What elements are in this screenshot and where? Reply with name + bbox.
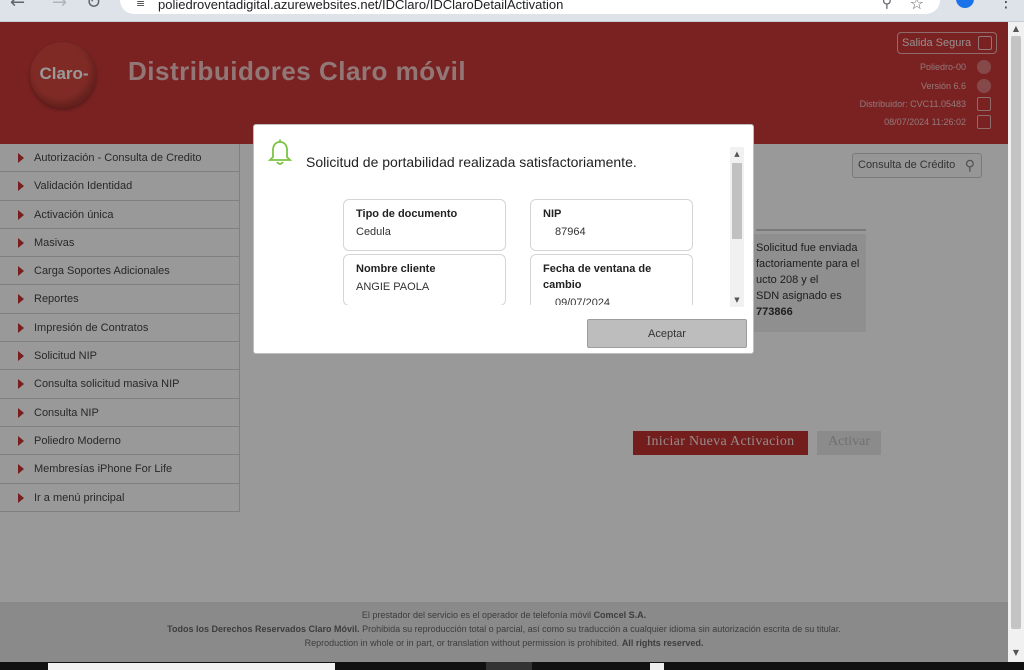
card-label: Tipo de documento: [356, 208, 458, 220]
scroll-down-icon[interactable]: ▼: [730, 293, 744, 307]
bell-icon: [268, 139, 292, 165]
reload-icon[interactable]: ↻: [86, 0, 101, 13]
taskbar: [0, 662, 1024, 670]
scroll-thumb[interactable]: [732, 163, 742, 239]
zoom-icon[interactable]: ⚲: [882, 0, 892, 11]
scroll-thumb[interactable]: [1011, 36, 1021, 629]
url-text[interactable]: poliedroventadigital.azurewebsites.net/I…: [158, 0, 563, 12]
card-value: 09/07/2024: [555, 297, 611, 305]
aceptar-button[interactable]: Aceptar: [587, 319, 747, 348]
browser-toolbar: ← → ↻ ≡ poliedroventadigital.azurewebsit…: [0, 0, 1024, 22]
bookmark-star-icon[interactable]: ☆: [910, 0, 924, 13]
site-settings-icon[interactable]: ≡: [136, 0, 145, 10]
fecha-ventana-card: Fecha de ventana de cambio 09/07/2024: [530, 254, 693, 305]
card-value: ANGIE PAOLA: [356, 281, 430, 293]
success-modal: Solicitud de portabilidad realizada sati…: [253, 124, 754, 354]
card-label: Nombre cliente: [356, 263, 436, 275]
back-arrow-icon[interactable]: ←: [10, 0, 25, 13]
card-value: 87964: [555, 226, 586, 238]
forward-arrow-icon[interactable]: →: [52, 0, 67, 13]
window-scrollbar[interactable]: ▲ ▼: [1008, 22, 1024, 662]
nip-card: NIP 87964: [530, 199, 693, 251]
address-bar[interactable]: ≡ poliedroventadigital.azurewebsites.net…: [120, 0, 940, 14]
taskbar-app[interactable]: [650, 663, 664, 670]
menu-kebab-icon[interactable]: ⋮: [998, 0, 1014, 11]
scroll-up-icon[interactable]: ▲: [1008, 24, 1024, 33]
taskbar-app[interactable]: [486, 662, 532, 670]
card-value: Cedula: [356, 226, 391, 238]
scroll-down-icon[interactable]: ▼: [1008, 648, 1024, 657]
profile-icon[interactable]: [956, 0, 974, 8]
modal-message: Solicitud de portabilidad realizada sati…: [306, 154, 637, 170]
scroll-up-icon[interactable]: ▲: [730, 147, 744, 161]
card-label: NIP: [543, 208, 562, 220]
card-label: Fecha de ventana de cambio: [543, 263, 652, 291]
taskbar-search[interactable]: [48, 663, 335, 670]
nombre-cliente-card: Nombre cliente ANGIE PAOLA: [343, 254, 506, 305]
tipo-documento-card: Tipo de documento Cedula: [343, 199, 506, 251]
modal-body: Tipo de documento Cedula NIP 87964 Nombr…: [254, 195, 728, 305]
modal-scrollbar[interactable]: ▲ ▼: [730, 147, 744, 307]
